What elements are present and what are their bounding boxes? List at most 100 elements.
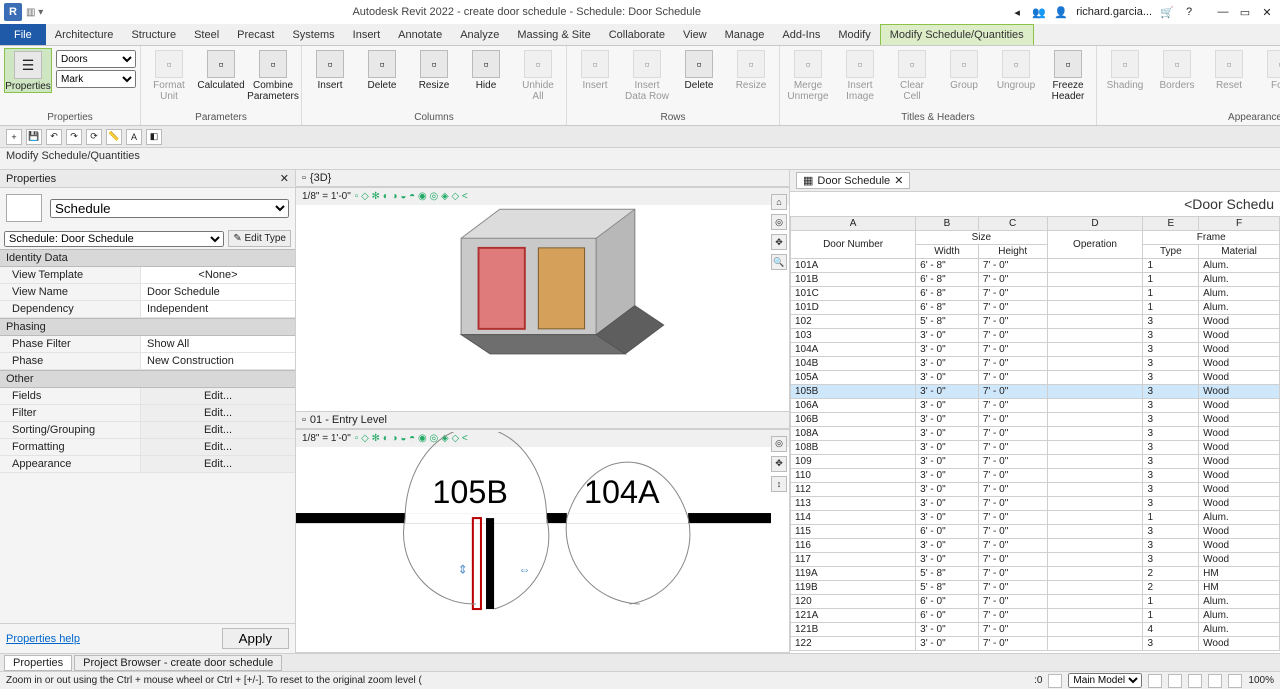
head-operation[interactable]: Operation <box>1047 231 1143 259</box>
qat-plus-icon[interactable]: + <box>6 129 22 145</box>
col-A[interactable]: A <box>791 217 916 231</box>
workset-select[interactable]: Main Model <box>1068 673 1142 688</box>
table-row[interactable]: 101C6' - 8"7' - 0"1Alum. <box>791 287 1280 301</box>
view-plan[interactable]: ▫01 - Entry Level 105B 104A ⇕ <box>296 412 789 654</box>
table-row[interactable]: 1025' - 8"7' - 0"3Wood <box>791 315 1280 329</box>
head-material[interactable]: Material <box>1199 245 1280 259</box>
bottom-tab-properties[interactable]: Properties <box>4 655 72 671</box>
props-cat-identity-data[interactable]: Identity Data <box>0 249 295 267</box>
ribbon-hide-button[interactable]: ▫Hide <box>462 48 510 91</box>
menu-tab-collaborate[interactable]: Collaborate <box>600 24 674 45</box>
qat-sync-icon[interactable]: ⟳ <box>86 129 102 145</box>
table-row[interactable]: 105A3' - 0"7' - 0"3Wood <box>791 371 1280 385</box>
col-B[interactable]: B <box>916 217 979 231</box>
cart-icon[interactable]: 🛒 <box>1160 5 1174 19</box>
table-row[interactable]: 101D6' - 8"7' - 0"1Alum. <box>791 301 1280 315</box>
table-row[interactable]: 106B3' - 0"7' - 0"3Wood <box>791 413 1280 427</box>
table-row[interactable]: 1133' - 0"7' - 0"3Wood <box>791 497 1280 511</box>
category-select[interactable]: Doors <box>56 50 136 68</box>
table-row[interactable]: 108B3' - 0"7' - 0"3Wood <box>791 441 1280 455</box>
qat-section-icon[interactable]: ◧ <box>146 129 162 145</box>
ribbon-resize-button[interactable]: ▫Resize <box>410 48 458 91</box>
properties-help-link[interactable]: Properties help <box>6 633 80 645</box>
table-row[interactable]: 1156' - 0"7' - 0"3Wood <box>791 525 1280 539</box>
col-D[interactable]: D <box>1047 217 1143 231</box>
schedule-tab-close-icon[interactable]: ✕ <box>894 174 903 187</box>
table-row[interactable]: 119B5' - 8"7' - 0"2HM <box>791 581 1280 595</box>
qat-measure-icon[interactable]: 📏 <box>106 129 122 145</box>
menu-tab-massing-site[interactable]: Massing & Site <box>508 24 599 45</box>
menu-tab-manage[interactable]: Manage <box>716 24 774 45</box>
table-row[interactable]: 121B3' - 0"7' - 0"4Alum. <box>791 623 1280 637</box>
menu-tab-systems[interactable]: Systems <box>283 24 343 45</box>
search-icon[interactable]: 👥 <box>1032 5 1046 19</box>
table-row[interactable]: 1223' - 0"7' - 0"3Wood <box>791 637 1280 651</box>
ribbon-delete-button[interactable]: ▫Delete <box>675 48 723 91</box>
bottom-tab-project-browser[interactable]: Project Browser - create door schedule <box>74 655 282 671</box>
menu-tab-view[interactable]: View <box>674 24 716 45</box>
help-icon[interactable]: ? <box>1182 5 1196 19</box>
properties-close-icon[interactable]: ✕ <box>280 172 289 185</box>
st-ic-4[interactable] <box>1208 674 1222 688</box>
table-row[interactable]: 106A3' - 0"7' - 0"3Wood <box>791 399 1280 413</box>
st-ic-2[interactable] <box>1168 674 1182 688</box>
menu-tab-annotate[interactable]: Annotate <box>389 24 451 45</box>
properties-button[interactable]: ☰ Properties <box>4 48 52 93</box>
plan-zoom-icon[interactable]: ↕ <box>771 476 787 492</box>
menu-tab-precast[interactable]: Precast <box>228 24 283 45</box>
ribbon-combine-parameters-button[interactable]: ▫CombineParameters <box>249 48 297 102</box>
props-cat-phasing[interactable]: Phasing <box>0 318 295 336</box>
menu-tab-analyze[interactable]: Analyze <box>451 24 508 45</box>
table-row[interactable]: 101A6' - 8"7' - 0"1Alum. <box>791 259 1280 273</box>
menu-tab-architecture[interactable]: Architecture <box>46 24 123 45</box>
plan-wheel-icon[interactable]: ◎ <box>771 436 787 452</box>
ribbon-freeze-header-button[interactable]: ▫FreezeHeader <box>1044 48 1092 102</box>
pan-icon[interactable]: ✥ <box>771 234 787 250</box>
plan-pan-icon[interactable]: ✥ <box>771 456 787 472</box>
orbit-icon[interactable]: ⌂ <box>771 194 787 210</box>
info-icon[interactable]: ◂ <box>1010 5 1024 19</box>
wheel-icon[interactable]: ◎ <box>771 214 787 230</box>
view-plan-canvas[interactable]: 105B 104A ⇕ ⇔ <box>296 432 771 635</box>
table-row[interactable]: 1206' - 0"7' - 0"1Alum. <box>791 595 1280 609</box>
table-row[interactable]: 104B3' - 0"7' - 0"3Wood <box>791 357 1280 371</box>
qat-redo-icon[interactable]: ↷ <box>66 129 82 145</box>
field-select[interactable]: Mark <box>56 70 136 88</box>
col-E[interactable]: E <box>1143 217 1199 231</box>
menu-tab-add-ins[interactable]: Add-Ins <box>773 24 829 45</box>
qat-save-icon[interactable]: 💾 <box>26 129 42 145</box>
user-icon[interactable]: 👤 <box>1054 5 1068 19</box>
table-row[interactable]: 1093' - 0"7' - 0"3Wood <box>791 455 1280 469</box>
table-row[interactable]: 119A5' - 8"7' - 0"2HM <box>791 567 1280 581</box>
head-height[interactable]: Height <box>978 245 1047 259</box>
head-door-number[interactable]: Door Number <box>791 231 916 259</box>
table-row[interactable]: 1103' - 0"7' - 0"3Wood <box>791 469 1280 483</box>
col-F[interactable]: F <box>1199 217 1280 231</box>
apply-button[interactable]: Apply <box>222 628 289 649</box>
file-tab[interactable]: File <box>0 24 46 45</box>
instance-selector[interactable]: Schedule: Door Schedule <box>4 231 224 247</box>
ribbon-calculated-button[interactable]: ▫Calculated <box>197 48 245 91</box>
head-type[interactable]: Type <box>1143 245 1199 259</box>
edit-type-button[interactable]: ✎ Edit Type <box>228 230 291 247</box>
user-name[interactable]: richard.garcia... <box>1076 6 1152 18</box>
schedule-tab[interactable]: ▦ Door Schedule ✕ <box>796 172 910 189</box>
qat-text-icon[interactable]: A <box>126 129 142 145</box>
table-row[interactable]: 121A6' - 0"7' - 0"1Alum. <box>791 609 1280 623</box>
st-ic-1[interactable] <box>1148 674 1162 688</box>
head-frame[interactable]: Frame <box>1143 231 1280 245</box>
qat-mini[interactable]: ▥ ▾ <box>26 7 43 18</box>
view-3d[interactable]: ▫{3D} ⌂ ◎ ✥ 🔍 <box>296 170 789 412</box>
table-row[interactable]: 1033' - 0"7' - 0"3Wood <box>791 329 1280 343</box>
close-button[interactable]: ✕ <box>1258 5 1276 19</box>
head-width[interactable]: Width <box>916 245 979 259</box>
menu-tab-modify[interactable]: Modify <box>829 24 879 45</box>
st-ic-3[interactable] <box>1188 674 1202 688</box>
qat-undo-icon[interactable]: ↶ <box>46 129 62 145</box>
menu-tab-structure[interactable]: Structure <box>122 24 185 45</box>
st-ic-5[interactable] <box>1228 674 1242 688</box>
restore-button[interactable]: ▭ <box>1236 5 1254 19</box>
col-C[interactable]: C <box>978 217 1047 231</box>
minimize-button[interactable]: — <box>1214 5 1232 19</box>
status-zoom[interactable]: 100% <box>1248 675 1274 686</box>
